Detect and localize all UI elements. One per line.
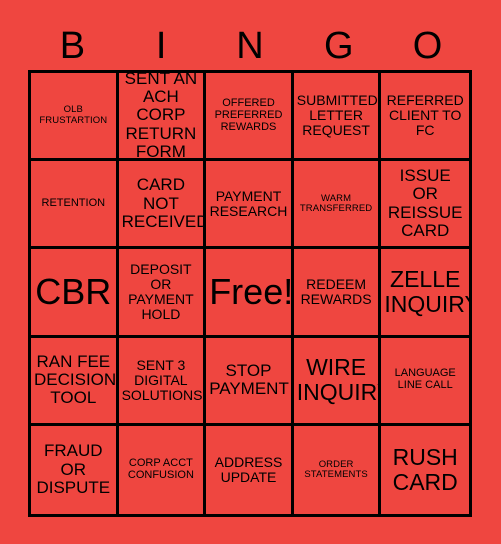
bingo-cell-label: RETENTION [41, 196, 106, 209]
bingo-cell-r2c2[interactable]: CARD NOT RECEIVED [118, 161, 207, 250]
bingo-cell-r1c5[interactable]: REFERRED CLIENT TO FC [381, 73, 469, 162]
bingo-cell-label: SENT 3 DIGITAL SOLUTIONS [121, 356, 203, 403]
bingo-free-space[interactable]: Free! [206, 249, 294, 338]
bingo-cell-r3c4[interactable]: REDEEM REWARDS [293, 249, 382, 338]
bingo-cell-label: ADDRESS UPDATE [214, 453, 283, 485]
bingo-cell-r4c2[interactable]: SENT 3 DIGITAL SOLUTIONS [118, 337, 207, 426]
bingo-cell-label: CBR [35, 270, 112, 312]
bingo-header-letter-n: N [236, 25, 264, 67]
bingo-cell-label: FRAUD OR DISPUTE [36, 441, 111, 498]
bingo-cell-label: SUBMITTED LETTER REQUEST [296, 91, 378, 139]
bingo-grid: OLB FRUSTARTION SENT AN ACH CORP RETURN F… [28, 70, 472, 517]
bingo-cell-label: CARD NOT RECEIVED [121, 175, 207, 231]
bingo-cell-r5c2[interactable]: CORP ACCT CONFUSION [118, 425, 207, 514]
bingo-cell-label: OFFERED PREFERRED REWARDS [214, 96, 283, 133]
bingo-header-letter-b: B [59, 25, 86, 67]
bingo-cell-r1c1[interactable]: OLB FRUSTARTION [31, 73, 119, 162]
bingo-cell-label: Free! [209, 270, 294, 312]
bingo-cell-label: ZELLE INQUIRY [384, 266, 469, 317]
bingo-cell-label: LANGUAGE LINE CALL [394, 367, 456, 392]
bingo-cell-label: WARM TRANSFERRED [299, 192, 373, 214]
bingo-cell-r3c5[interactable]: ZELLE INQUIRY [381, 249, 469, 338]
bingo-cell-r4c4[interactable]: WIRE INQUIRY [293, 337, 382, 426]
bingo-cell-r1c4[interactable]: SUBMITTED LETTER REQUEST [293, 73, 382, 162]
bingo-cell-label: WIRE INQUIRY [296, 354, 379, 406]
bingo-header-letter-g: G [324, 25, 354, 67]
bingo-cell-r1c2[interactable]: SENT AN ACH CORP RETURN FORM [118, 73, 207, 162]
bingo-header-letter-i: I [155, 25, 167, 67]
bingo-cell-label: STOP PAYMENT [209, 360, 289, 399]
bingo-header-letter-o: O [412, 25, 443, 67]
bingo-cell-label: SENT AN ACH CORP RETURN FORM [124, 73, 198, 162]
bingo-cell-label: CORP ACCT CONFUSION [127, 457, 194, 481]
bingo-cell-label: ISSUE OR REISSUE CARD [387, 166, 463, 241]
bingo-cell-label: RUSH CARD [392, 444, 458, 495]
bingo-cell-label: PAYMENT RESEARCH [209, 187, 288, 219]
bingo-cell-label: REFERRED CLIENT TO FC [386, 91, 464, 139]
bingo-cell-r2c3[interactable]: PAYMENT RESEARCH [206, 161, 294, 250]
bingo-cell-r4c5[interactable]: LANGUAGE LINE CALL [381, 337, 469, 426]
bingo-cell-r3c2[interactable]: DEPOSIT OR PAYMENT HOLD [118, 249, 207, 338]
bingo-cell-r2c1[interactable]: RETENTION [31, 161, 119, 250]
bingo-cell-r5c5[interactable]: RUSH CARD [381, 425, 469, 514]
bingo-cell-r4c3[interactable]: STOP PAYMENT [206, 337, 294, 426]
bingo-card: B I N G O OLB FRUSTARTION SENT AN ACH CORP RE… [0, 0, 501, 544]
bingo-cell-label: DEPOSIT OR PAYMENT HOLD [128, 260, 194, 323]
bingo-cell-label: RAN FEE DECISION TOOL [34, 351, 117, 408]
bingo-cell-label: ORDER STATEMENTS [304, 458, 368, 480]
bingo-cell-label: OLB FRUSTARTION [39, 104, 108, 126]
bingo-cell-r2c4[interactable]: WARM TRANSFERRED [293, 161, 382, 250]
bingo-cell-r1c3[interactable]: OFFERED PREFERRED REWARDS [206, 73, 294, 162]
bingo-cell-r5c4[interactable]: ORDER STATEMENTS [293, 425, 382, 514]
bingo-cell-r3c1[interactable]: CBR [31, 249, 119, 338]
bingo-header: BINGO [28, 22, 472, 70]
bingo-cell-label: REDEEM REWARDS [300, 275, 372, 307]
bingo-cell-r5c1[interactable]: FRAUD OR DISPUTE [31, 425, 119, 514]
bingo-cell-r2c5[interactable]: ISSUE OR REISSUE CARD [381, 161, 469, 250]
bingo-cell-r5c3[interactable]: ADDRESS UPDATE [206, 425, 294, 514]
bingo-cell-r4c1[interactable]: RAN FEE DECISION TOOL [31, 337, 119, 426]
